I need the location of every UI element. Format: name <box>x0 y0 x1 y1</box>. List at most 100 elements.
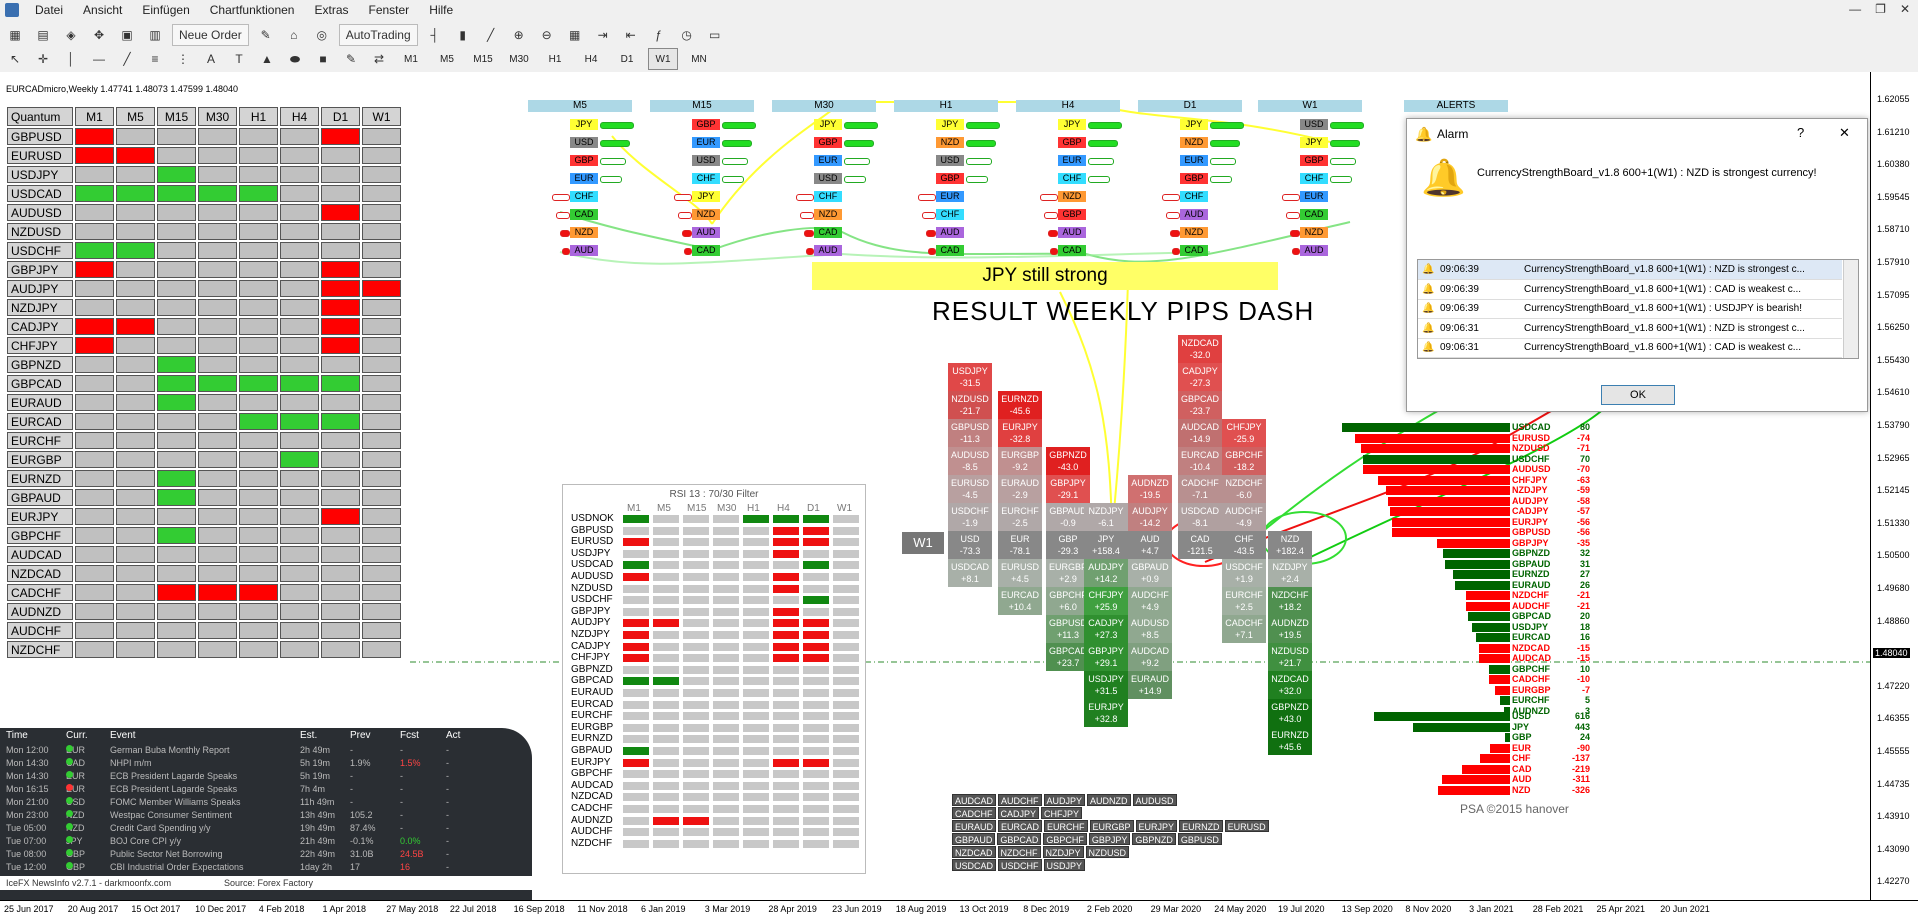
quantum-symbol[interactable]: USDCHF <box>7 242 73 259</box>
alarm-list[interactable]: 🔔 09:06:39 CurrencyStrengthBoard_v1.8 600+… <box>1417 259 1859 359</box>
help-button[interactable]: ? <box>1797 125 1804 140</box>
pair-chip[interactable]: EURUSD <box>1224 820 1269 832</box>
text-label-icon[interactable]: T <box>228 48 250 70</box>
cursor-icon[interactable]: ↖ <box>4 48 26 70</box>
quantum-symbol[interactable]: EURJPY <box>7 508 73 525</box>
quantum-symbol[interactable]: GBPAUD <box>7 489 73 506</box>
bar-chart-icon[interactable]: ┤ <box>424 24 446 46</box>
zoom-in-icon[interactable]: ⊕ <box>508 24 530 46</box>
pair-chip[interactable]: USDCAD <box>952 859 997 871</box>
quantum-symbol[interactable]: NZDCHF <box>7 641 73 658</box>
tf-w1[interactable]: W1 <box>648 48 678 70</box>
quantum-symbol[interactable]: EURCHF <box>7 432 73 449</box>
chart-shift-icon[interactable]: ⇤ <box>620 24 642 46</box>
indicators-icon[interactable]: ƒ <box>648 24 670 46</box>
templates-icon[interactable]: ▭ <box>704 24 726 46</box>
pair-chip[interactable]: GBPCAD <box>997 833 1042 845</box>
pair-chip[interactable]: CHFJPY <box>1041 807 1083 819</box>
navigator-icon[interactable]: ✥ <box>88 24 110 46</box>
new-order-button[interactable]: Neue Order <box>172 24 249 46</box>
pair-chip[interactable]: GBPUSD <box>1177 833 1222 845</box>
horizontal-line-icon[interactable]: — <box>88 48 110 70</box>
news-row[interactable]: Mon 23:00 Westpac Consumer Sentiment 13h 4… <box>4 810 524 822</box>
pair-chip[interactable]: AUDJPY <box>1043 794 1086 806</box>
crosshair-icon[interactable]: ✛ <box>32 48 54 70</box>
news-row[interactable]: Tue 05:00 Credit Card Spending y/y 19h 49m… <box>4 823 524 835</box>
news-row[interactable]: Mon 12:00 German Buba Monthly Report 2h 49… <box>4 745 524 757</box>
quantum-symbol[interactable]: USDCAD <box>7 185 73 202</box>
profiles-icon[interactable]: ▤ <box>32 24 54 46</box>
quantum-symbol[interactable]: EURUSD <box>7 147 73 164</box>
close-dialog-button[interactable]: ✕ <box>1839 125 1850 141</box>
quantum-symbol[interactable]: AUDNZD <box>7 603 73 620</box>
quantum-symbol[interactable]: NZDJPY <box>7 299 73 316</box>
quantum-symbol[interactable]: GBPCAD <box>7 375 73 392</box>
news-row[interactable]: Mon 14:30 ECB President Lagarde Speaks 5h … <box>4 771 524 783</box>
quantum-symbol[interactable]: GBPCHF <box>7 527 73 544</box>
quantum-symbol[interactable]: EURNZD <box>7 470 73 487</box>
pair-chip[interactable]: GBPNZD <box>1132 833 1176 845</box>
quantum-symbol[interactable]: NZDUSD <box>7 223 73 240</box>
triangle-icon[interactable]: ▲ <box>256 48 278 70</box>
pair-chip[interactable]: GBPAUD <box>952 833 996 845</box>
autoscroll-icon[interactable]: ⇥ <box>592 24 614 46</box>
metaeditor-icon[interactable]: ✎ <box>255 24 277 46</box>
pair-chip[interactable]: USDCHF <box>998 859 1042 871</box>
quantum-symbol[interactable]: AUDJPY <box>7 280 73 297</box>
quantum-symbol[interactable]: GBPNZD <box>7 356 73 373</box>
tf-m1[interactable]: M1 <box>396 48 426 70</box>
alarm-list-row[interactable]: 🔔09:06:31CurrencyStrengthBoard_v1.8 600+… <box>1418 319 1842 339</box>
pair-chip[interactable]: AUDCHF <box>998 794 1042 806</box>
news-row[interactable]: Tue 08:00 Public Sector Net Borrowing 22h … <box>4 849 524 861</box>
alarm-list-row[interactable]: 🔔 09:06:39 CurrencyStrengthBoard_v1.8 600+… <box>1418 260 1842 280</box>
alarm-list-row[interactable]: 🔔09:06:31CurrencyStrengthBoard_v1.8 600+… <box>1418 358 1842 359</box>
pair-chip[interactable]: AUDCAD <box>952 794 997 806</box>
terminal-icon[interactable]: ▣ <box>116 24 138 46</box>
quantum-symbol[interactable]: AUDCAD <box>7 546 73 563</box>
quantum-symbol[interactable]: NZDCAD <box>7 565 73 582</box>
quantum-symbol[interactable]: CADCHF <box>7 584 73 601</box>
news-row[interactable]: Tue 12:00 CBI Industrial Order Expectatio… <box>4 862 524 874</box>
pair-chip[interactable]: CADCHF <box>952 807 996 819</box>
pair-chip[interactable]: NZDCAD <box>952 846 996 858</box>
market-watch-icon[interactable]: ◈ <box>60 24 82 46</box>
tf-d1[interactable]: D1 <box>612 48 642 70</box>
pair-chip[interactable]: CADJPY <box>997 807 1040 819</box>
pair-chip[interactable]: AUDNZD <box>1087 794 1131 806</box>
arrows-icon[interactable]: ⇄ <box>368 48 390 70</box>
pair-chip[interactable]: NZDJPY <box>1042 846 1084 858</box>
ellipse-icon[interactable]: ⬬ <box>284 48 306 70</box>
pair-chip[interactable]: EURJPY <box>1135 820 1178 832</box>
signals-icon[interactable]: ◎ <box>311 24 333 46</box>
trendline-icon[interactable]: ╱ <box>116 48 138 70</box>
restore-icon[interactable]: ❐ <box>1875 2 1886 16</box>
quantum-symbol[interactable]: GBPJPY <box>7 261 73 278</box>
line-chart-icon[interactable]: ╱ <box>480 24 502 46</box>
news-row[interactable]: Tue 07:00 BOJ Core CPI y/y 21h 49m -0.1% 0.0… <box>4 836 524 848</box>
quantum-symbol[interactable]: CADJPY <box>7 318 73 335</box>
vertical-line-icon[interactable]: │ <box>60 48 82 70</box>
tf-m15[interactable]: M15 <box>468 48 498 70</box>
quantum-symbol[interactable]: CHFJPY <box>7 337 73 354</box>
periods-icon[interactable]: ◷ <box>676 24 698 46</box>
channel-icon[interactable]: ≡ <box>144 48 166 70</box>
pair-chip[interactable]: GBPJPY <box>1088 833 1131 845</box>
alarm-list-row[interactable]: 🔔 09:06:39 CurrencyStrengthBoard_v1.8 600+… <box>1418 299 1842 319</box>
quantum-symbol[interactable]: GBPUSD <box>7 128 73 145</box>
tf-h4[interactable]: H4 <box>576 48 606 70</box>
pair-chip[interactable]: EURNZD <box>1179 820 1223 832</box>
candle-chart-icon[interactable]: ▮ <box>452 24 474 46</box>
minimize-icon[interactable]: — <box>1849 2 1861 16</box>
news-row[interactable]: Mon 14:30 NHPI m/m 5h 19m 1.9% 1.5% - CAD <box>4 758 524 770</box>
menu-datei[interactable]: Datei <box>25 3 73 17</box>
menu-fenster[interactable]: Fenster <box>359 3 420 17</box>
news-row[interactable]: Mon 16:15 ECB President Lagarde Speaks 7h … <box>4 784 524 796</box>
quantum-symbol[interactable]: EURAUD <box>7 394 73 411</box>
pair-chip[interactable]: EURAUD <box>952 820 997 832</box>
menu-hilfe[interactable]: Hilfe <box>419 3 463 17</box>
pair-chip[interactable]: AUDUSD <box>1132 794 1177 806</box>
pair-chip[interactable]: GBPCHF <box>1043 833 1087 845</box>
text-icon[interactable]: A <box>200 48 222 70</box>
pair-chip[interactable]: EURGBP <box>1089 820 1134 832</box>
tf-mn[interactable]: MN <box>684 48 714 70</box>
